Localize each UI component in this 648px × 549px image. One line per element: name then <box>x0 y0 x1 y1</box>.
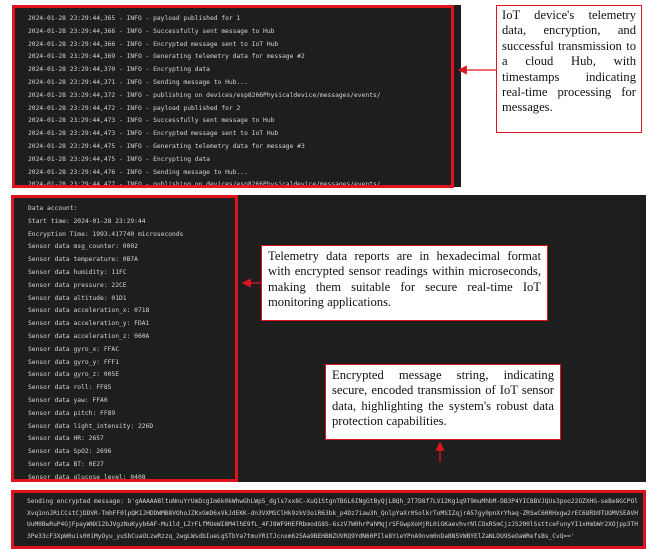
callout-arrows <box>241 65 496 462</box>
